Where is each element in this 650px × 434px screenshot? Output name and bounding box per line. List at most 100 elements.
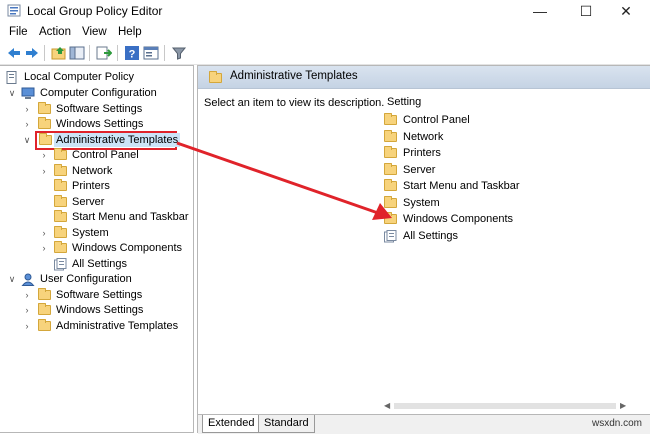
tree-item-local-computer-policy[interactable]: Local Computer Policy — [0, 70, 192, 86]
folder-icon — [54, 225, 67, 238]
tab-standard[interactable]: Standard — [258, 415, 315, 433]
watermark-text: wsxdn.com — [591, 418, 642, 429]
description-text: Select an item to view its description. — [204, 97, 385, 109]
maximize-button[interactable]: ☐ — [564, 0, 608, 22]
details-pane: Administrative Templates Select an item … — [197, 65, 650, 433]
chevron-right-icon[interactable]: › — [39, 243, 49, 253]
tree-pane: Local Computer Policy ∨ Computer Configu… — [0, 65, 194, 433]
toolbar-separator — [164, 45, 165, 61]
chevron-right-icon[interactable]: › — [39, 228, 49, 238]
column-header-setting[interactable]: Setting — [387, 96, 421, 108]
window-title: Local Group Policy Editor — [27, 4, 163, 18]
all-settings-icon — [384, 229, 397, 242]
tab-extended[interactable]: Extended — [202, 415, 261, 433]
close-button[interactable]: ✕ — [604, 0, 648, 22]
chevron-right-icon[interactable]: › — [22, 119, 32, 129]
view-tab-bar: Extended Standard — [198, 414, 650, 434]
list-item-label: Printers — [403, 147, 441, 159]
tree-item-label: System — [72, 226, 109, 239]
chevron-down-icon[interactable]: ∨ — [7, 274, 17, 284]
list-item-label: Server — [403, 163, 436, 176]
tree-item-label: User Configuration — [40, 273, 132, 285]
forward-icon[interactable] — [24, 45, 40, 61]
horizontal-scrollbar[interactable] — [394, 403, 616, 409]
policy-editor-app-icon — [7, 4, 21, 17]
chevron-down-icon[interactable]: ∨ — [7, 88, 17, 98]
tree-item-printers[interactable]: Printers — [0, 179, 192, 195]
chevron-right-icon[interactable]: › — [22, 290, 32, 300]
folder-icon — [38, 303, 51, 315]
show-hide-tree-icon[interactable] — [69, 45, 85, 61]
tree-item-label: Control Panel — [72, 149, 139, 161]
scroll-left-icon[interactable]: ◀ — [384, 401, 390, 410]
folder-icon — [54, 148, 67, 160]
list-item-windows-components[interactable]: Windows Components — [384, 212, 584, 229]
list-item-network[interactable]: Network — [384, 129, 584, 147]
up-folder-icon[interactable] — [51, 45, 67, 61]
tree-item-all-settings[interactable]: All Settings — [0, 257, 192, 273]
chevron-right-icon[interactable]: › — [22, 104, 32, 114]
folder-icon — [384, 113, 397, 125]
list-item-label: System — [403, 196, 440, 209]
folder-icon — [384, 162, 397, 175]
tree-item-label: Printers — [72, 180, 110, 192]
minimize-button[interactable]: — — [518, 0, 562, 22]
list-item-label: All Settings — [403, 229, 459, 242]
toolbar: ? — [0, 42, 650, 65]
scroll-right-icon[interactable]: ▶ — [620, 401, 626, 410]
tree-item-software-settings[interactable]: › Software Settings — [0, 101, 192, 118]
menu-bar: File Action View Help — [0, 23, 650, 42]
tree-item-network[interactable]: › Network — [0, 163, 192, 180]
chevron-right-icon[interactable]: › — [22, 321, 32, 331]
tree-item-computer-configuration[interactable]: ∨ Computer Configuration — [0, 86, 192, 102]
menu-file[interactable]: File — [9, 26, 28, 38]
chevron-right-icon[interactable]: › — [39, 150, 49, 160]
menu-help[interactable]: Help — [118, 26, 142, 38]
tree-item-label: Software Settings — [56, 102, 143, 115]
tree-item-user-windows-settings[interactable]: › Windows Settings — [0, 303, 192, 319]
back-icon[interactable] — [6, 45, 22, 61]
properties-icon[interactable] — [143, 45, 159, 61]
list-item-label: Windows Components — [403, 213, 514, 225]
list-item-server[interactable]: Server — [384, 162, 584, 180]
tree-item-user-administrative-templates[interactable]: › Administrative Templates — [0, 318, 192, 335]
tree-item-windows-components[interactable]: › Windows Components — [0, 241, 192, 257]
all-settings-icon — [54, 257, 67, 270]
list-item-system[interactable]: System — [384, 195, 584, 213]
export-list-icon[interactable] — [96, 45, 112, 61]
tree-item-label: Network — [72, 164, 113, 177]
folder-icon — [38, 318, 51, 331]
folder-icon — [384, 129, 397, 142]
tree-item-user-configuration[interactable]: ∨ User Configuration — [0, 272, 192, 288]
list-item-control-panel[interactable]: Control Panel — [384, 113, 584, 130]
list-item-all-settings[interactable]: All Settings — [384, 229, 584, 246]
tree-item-label: Software Settings — [56, 288, 143, 301]
toolbar-separator — [89, 45, 90, 61]
tree-item-system[interactable]: › System — [0, 225, 192, 242]
menu-action[interactable]: Action — [39, 26, 71, 38]
tree-item-administrative-templates[interactable]: ∨ Administrative Templates — [0, 130, 192, 150]
list-item-printers[interactable]: Printers — [384, 146, 584, 163]
details-header: Administrative Templates — [198, 66, 650, 89]
list-item-start-menu-and-taskbar[interactable]: Start Menu and Taskbar — [384, 179, 584, 196]
chevron-right-icon[interactable]: › — [39, 166, 49, 176]
filter-icon[interactable] — [171, 45, 187, 61]
tree-item-control-panel[interactable]: › Control Panel — [0, 148, 192, 164]
toolbar-separator — [44, 45, 45, 61]
tree-item-start-menu-and-taskbar[interactable]: Start Menu and Taskbar — [0, 210, 192, 226]
title-bar: Local Group Policy Editor — ☐ ✕ — [0, 0, 650, 22]
menu-view[interactable]: View — [82, 26, 107, 38]
tree-item-server[interactable]: Server — [0, 194, 192, 211]
tree-item-label: Computer Configuration — [40, 87, 157, 99]
chevron-down-icon[interactable]: ∨ — [22, 135, 32, 145]
tree-item-label: Administrative Templates — [56, 319, 179, 332]
tree-item-user-software-settings[interactable]: › Software Settings — [0, 287, 192, 304]
tree-item-label: Local Computer Policy — [24, 71, 135, 83]
help-icon[interactable]: ? — [124, 45, 140, 61]
chevron-right-icon[interactable]: › — [22, 305, 32, 315]
folder-icon — [54, 163, 67, 176]
list-item-label: Start Menu and Taskbar — [403, 180, 520, 192]
tree-item-label: Windows Settings — [56, 118, 144, 130]
tree-item-label: Windows Settings — [56, 304, 144, 316]
folder-icon — [384, 146, 397, 158]
